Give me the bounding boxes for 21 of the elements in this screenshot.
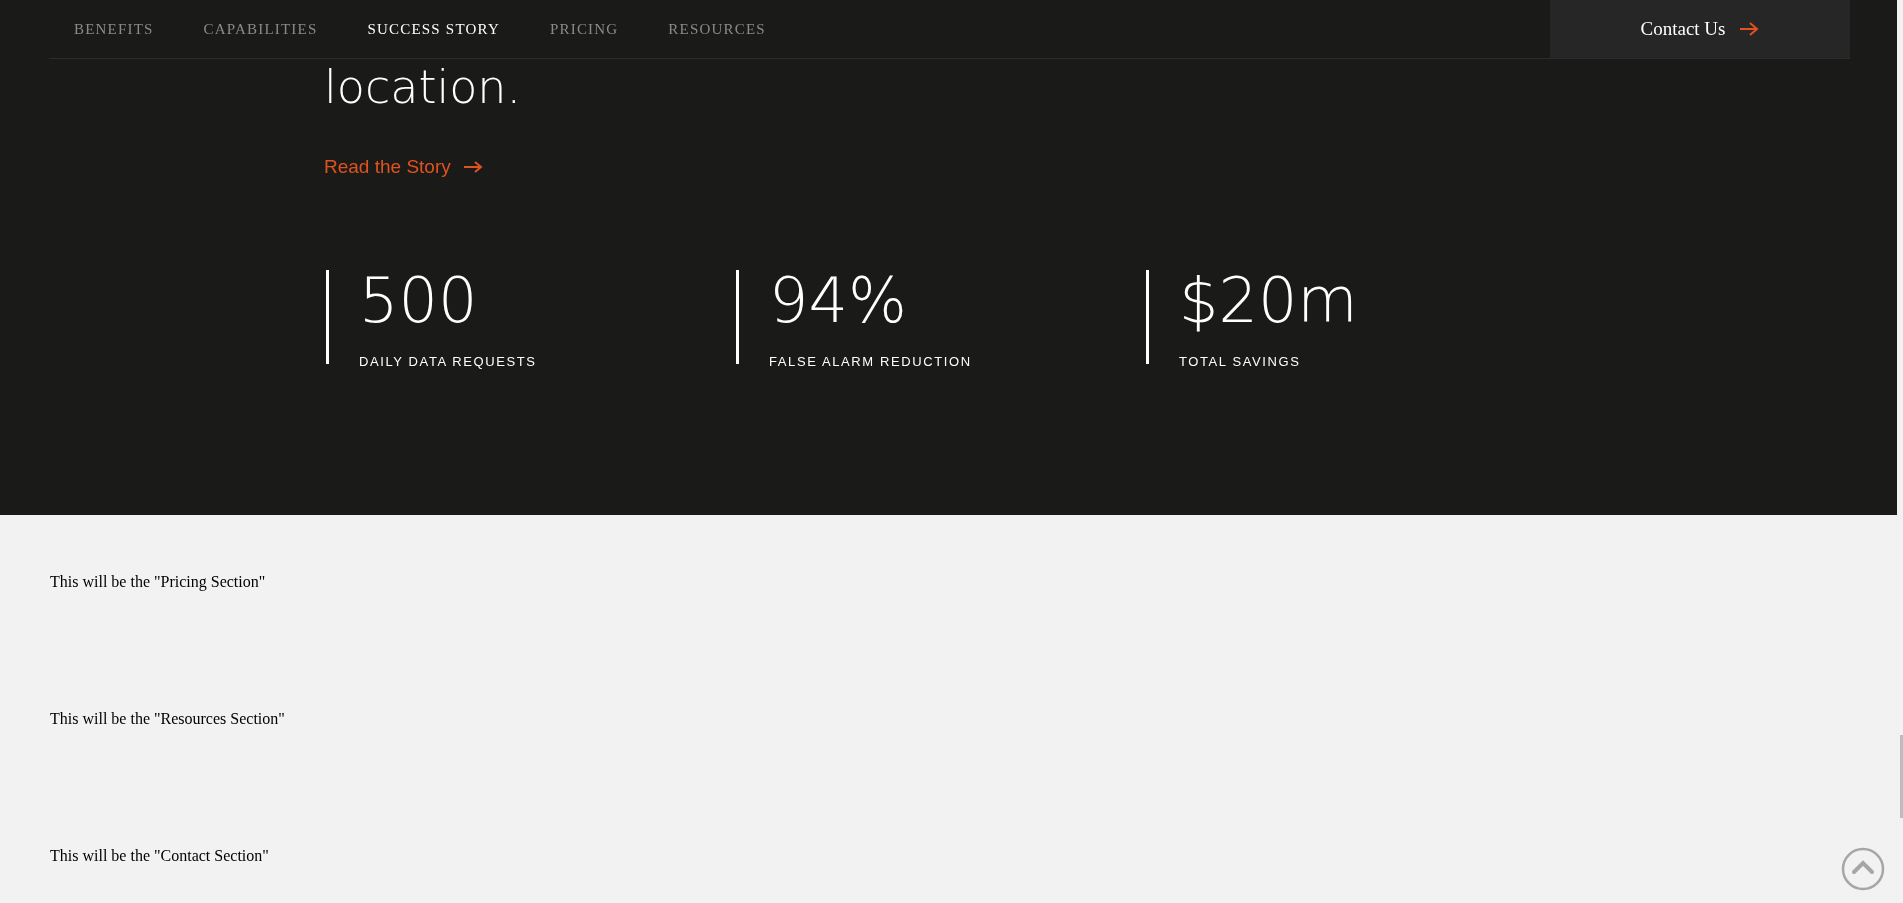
scrollbar-thumb[interactable] bbox=[1900, 735, 1903, 818]
scroll-to-top-icon[interactable] bbox=[1841, 847, 1885, 891]
arrow-icon bbox=[462, 159, 483, 175]
nav-link[interactable]: RESOURCES bbox=[668, 20, 766, 38]
stat-value: 500 bbox=[359, 268, 478, 334]
heading: location. bbox=[324, 60, 522, 114]
read-story-link[interactable]: Read the Story bbox=[324, 156, 483, 178]
nav-link[interactable]: BENEFITS bbox=[74, 20, 154, 38]
section-placeholder-text: This will be the "Resources Section" bbox=[50, 709, 286, 728]
section-placeholder-text: This will be the "Contact Section" bbox=[50, 846, 270, 865]
nav-link[interactable]: CAPABILITIES bbox=[203, 20, 318, 38]
stat-label: DAILY DATA REQUESTS bbox=[359, 354, 537, 369]
arrow-icon bbox=[1739, 21, 1760, 37]
contact-button[interactable]: Contact Us bbox=[1550, 0, 1850, 58]
nav-link[interactable]: PRICING bbox=[549, 20, 619, 38]
stat-label: TOTAL SAVINGS bbox=[1179, 354, 1301, 369]
stat-value: $20m bbox=[1179, 268, 1358, 334]
section-placeholder-text: This will be the "Pricing Section" bbox=[50, 572, 267, 591]
stat-label: FALSE ALARM REDUCTION bbox=[769, 354, 972, 369]
nav-link[interactable]: SUCCESS STORY bbox=[367, 20, 500, 38]
stat-value: 94% bbox=[769, 268, 907, 334]
